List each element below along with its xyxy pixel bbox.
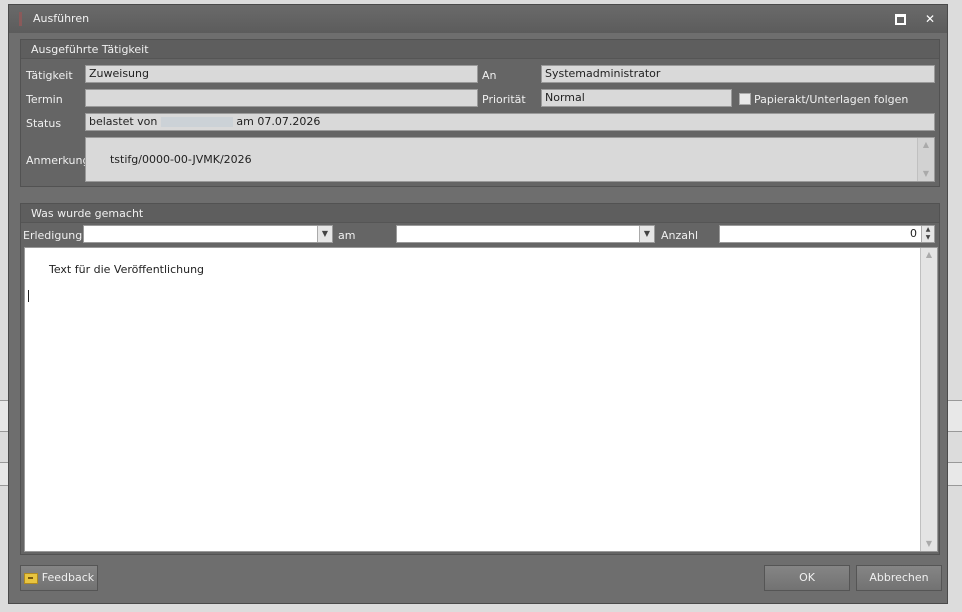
result-text: Text für die Veröffentlichung xyxy=(48,263,205,276)
cancel-label: Abbrechen xyxy=(869,571,929,584)
anmerkung-label: Anmerkung xyxy=(26,154,90,167)
ok-button[interactable]: OK xyxy=(764,565,850,591)
scroll-down-icon[interactable]: ▼ xyxy=(918,167,934,181)
feedback-label: Feedback xyxy=(41,571,95,584)
termin-field[interactable] xyxy=(85,89,478,107)
status-field: belastet von am 07.07.2026 xyxy=(85,113,935,131)
group-header: Was wurde gemacht xyxy=(21,204,939,223)
an-field[interactable]: Systemadministrator xyxy=(541,65,935,83)
erledigung-combobox[interactable]: ▼ xyxy=(83,225,333,243)
close-button[interactable]: ✕ xyxy=(921,10,939,28)
close-icon: ✕ xyxy=(924,12,936,26)
papierakt-label: Papierakt/Unterlagen folgen xyxy=(754,93,909,106)
anmerkung-scrollbar[interactable]: ▲ ▼ xyxy=(917,138,934,181)
executed-activity-group: Ausgeführte Tätigkeit Tätigkeit Zuweisun… xyxy=(20,39,940,187)
erledigung-label: Erledigung xyxy=(23,229,83,242)
status-suffix: am 07.07.2026 xyxy=(236,115,321,128)
anmerkung-text: tstifg/0000-00-JVMK/2026 xyxy=(109,153,252,166)
taetigkeit-field[interactable]: Zuweisung xyxy=(85,65,478,83)
group-title: Ausgeführte Tätigkeit xyxy=(31,43,149,56)
what-was-done-group: Was wurde gemacht Erledigung ▼ am ▼ Anza… xyxy=(20,203,940,555)
prioritaet-field[interactable]: Normal xyxy=(541,89,732,107)
status-label: Status xyxy=(26,117,62,130)
anzahl-label: Anzahl xyxy=(661,229,699,242)
group-title: Was wurde gemacht xyxy=(31,207,144,220)
ok-label: OK xyxy=(799,571,815,584)
execute-dialog: Ausführen ✕ Ausgeführte Tätigkeit Tätigk… xyxy=(8,4,948,604)
dialog-titlebar[interactable]: Ausführen ✕ xyxy=(9,5,947,33)
termin-label: Termin xyxy=(26,93,63,106)
scroll-down-icon[interactable]: ▼ xyxy=(921,537,937,551)
papierakt-checkbox[interactable] xyxy=(739,93,751,105)
scroll-up-icon[interactable]: ▲ xyxy=(918,138,934,152)
text-cursor xyxy=(28,290,29,302)
anzahl-stepper[interactable]: 0 ▲ ▼ xyxy=(719,225,935,243)
maximize-icon xyxy=(894,14,906,25)
dialog-title: Ausführen xyxy=(33,12,90,25)
editor-scrollbar[interactable]: ▲ ▼ xyxy=(920,248,937,551)
am-date-combobox[interactable]: ▼ xyxy=(396,225,655,243)
status-prefix: belastet von xyxy=(89,115,158,128)
feedback-button[interactable]: Feedback xyxy=(20,565,98,591)
maximize-button[interactable] xyxy=(891,10,909,28)
scroll-up-icon[interactable]: ▲ xyxy=(921,248,937,262)
anmerkung-textarea[interactable]: tstifg/0000-00-JVMK/2026 ▲ ▼ xyxy=(85,137,935,182)
spinner-icon[interactable]: ▲ ▼ xyxy=(921,226,934,242)
am-label: am xyxy=(338,229,356,242)
an-label: An xyxy=(482,69,497,82)
anzahl-value: 0 xyxy=(910,227,917,240)
chevron-down-icon[interactable]: ▼ xyxy=(317,226,332,242)
redacted-name xyxy=(160,117,233,127)
chevron-down-icon[interactable]: ▼ xyxy=(639,226,654,242)
title-mark xyxy=(19,12,22,26)
result-text-editor[interactable]: Text für die Veröffentlichung ▲ ▼ xyxy=(24,247,938,552)
prioritaet-label: Priorität xyxy=(482,93,526,106)
cancel-button[interactable]: Abbrechen xyxy=(856,565,942,591)
group-header: Ausgeführte Tätigkeit xyxy=(21,40,939,59)
feedback-icon xyxy=(23,572,38,584)
taetigkeit-label: Tätigkeit xyxy=(26,69,73,82)
